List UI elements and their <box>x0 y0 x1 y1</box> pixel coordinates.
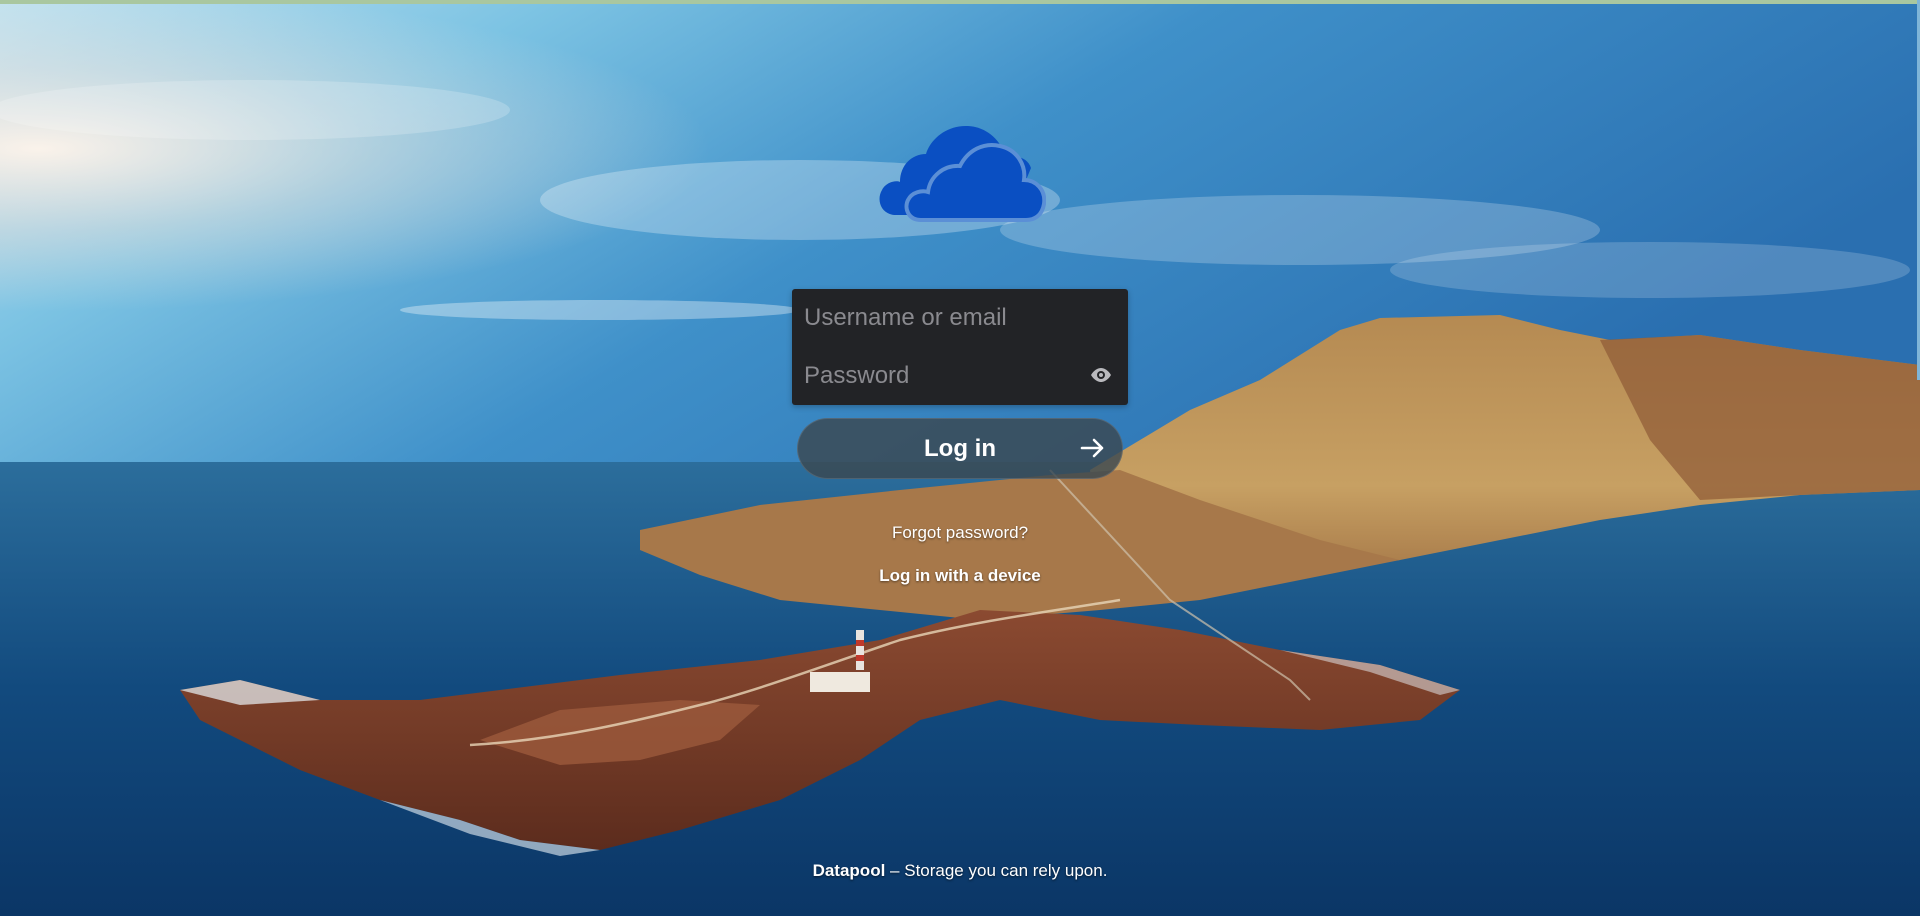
arrow-right-icon <box>1080 438 1104 458</box>
login-page: Log in Forgot password? Log in with a de… <box>0 0 1920 916</box>
cloud-logo-icon <box>879 125 1046 222</box>
footer: Datapool – Storage you can rely upon. <box>660 861 1260 881</box>
forgot-password-link[interactable]: Forgot password? <box>760 523 1160 543</box>
device-login-link[interactable]: Log in with a device <box>760 566 1160 586</box>
password-input[interactable] <box>792 347 1128 405</box>
footer-brand: Datapool <box>812 861 886 880</box>
login-button[interactable]: Log in <box>797 418 1123 479</box>
window-top-border <box>0 0 1920 4</box>
login-form <box>792 289 1128 405</box>
login-button-label: Log in <box>924 435 996 462</box>
username-input[interactable] <box>792 289 1128 347</box>
eye-icon[interactable] <box>1090 367 1112 383</box>
footer-tagline: – Storage you can rely upon. <box>890 861 1108 880</box>
